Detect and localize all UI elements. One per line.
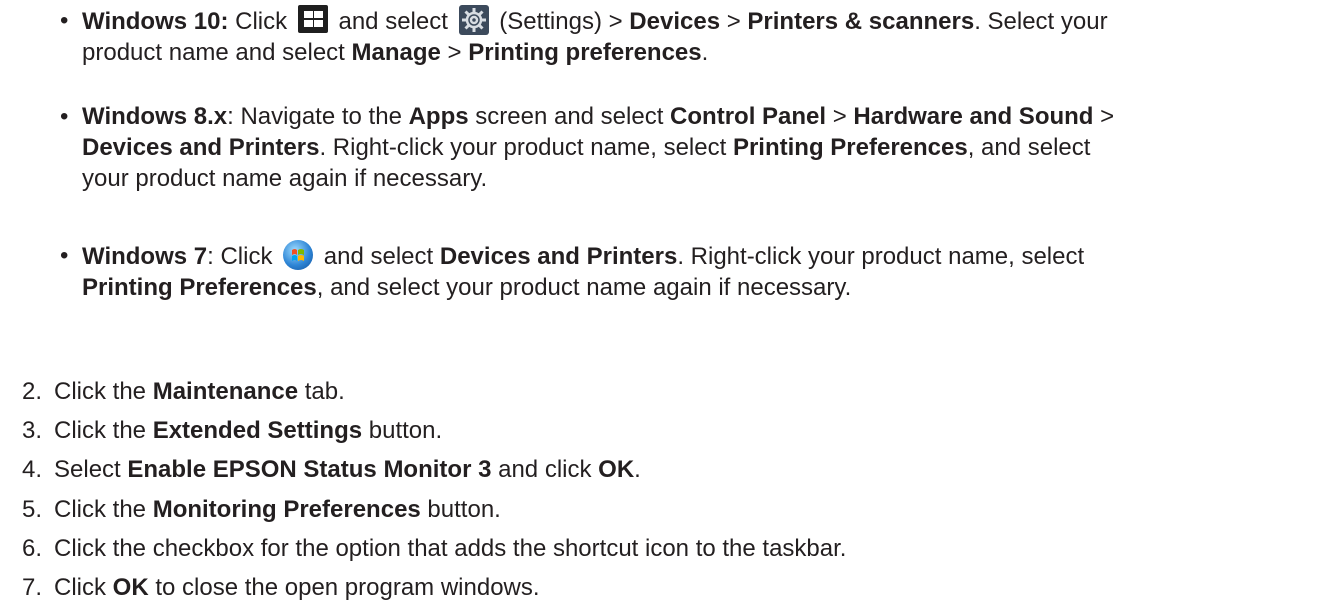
text: Click the <box>54 496 153 523</box>
step-text: Click the Extended Settings button. <box>54 415 442 446</box>
bullet-windows-10: • Windows 10: Click and select (Settings… <box>60 5 1322 68</box>
text: button. <box>362 417 443 444</box>
bold-text: OK <box>598 456 635 483</box>
step-text: Select Enable EPSON Status Monitor 3 and… <box>54 454 641 485</box>
text: and click <box>491 456 599 483</box>
step-text: Click the Monitoring Preferences button. <box>54 494 501 525</box>
text: button. <box>420 496 501 523</box>
bold-text: Printing Preferences <box>732 134 968 161</box>
bold-text: Monitoring Preferences <box>152 496 421 523</box>
bold-text: Devices and Printers <box>82 134 320 161</box>
text: and select <box>331 8 455 35</box>
bold-text: Devices and Printers <box>439 243 678 270</box>
text: your product name again if necessary. <box>82 165 488 192</box>
step-text: Click the Maintenance tab. <box>54 376 345 407</box>
bold-text: Control Panel <box>670 103 827 130</box>
settings-gear-icon <box>458 5 489 35</box>
text: > <box>1093 103 1115 130</box>
text: , and select <box>967 134 1091 161</box>
text: Click <box>228 8 294 35</box>
text: Click the <box>54 417 153 444</box>
bullet-windows-7: • Windows 7: Click and select Devices an… <box>60 240 1322 303</box>
bullet-windows-8x: • Windows 8.x: Navigate to the Apps scre… <box>60 101 1322 194</box>
text: . <box>634 456 641 483</box>
text: , and select your product name again if … <box>316 274 852 301</box>
bold-text: Enable EPSON Status Monitor 3 <box>127 456 492 483</box>
bold-text: Extended Settings <box>152 417 363 444</box>
bold-text: OK <box>112 574 149 601</box>
windows7-start-orb-icon <box>283 240 314 270</box>
bold-text: Maintenance <box>152 378 299 405</box>
text: > <box>440 39 469 66</box>
bold-text: Apps <box>408 103 469 130</box>
bold-text: Printing preferences <box>468 39 702 66</box>
text: . Right-click your product name, select <box>677 243 1085 270</box>
text: Click the checkbox for the option that a… <box>54 535 847 562</box>
text: to close the open program windows. <box>148 574 540 601</box>
text: Select <box>54 456 128 483</box>
text: : Click <box>207 243 280 270</box>
bold-text: Printers & scanners <box>747 8 975 35</box>
text: > <box>720 8 748 35</box>
step-text: Click OK to close the open program windo… <box>54 572 540 603</box>
bold-text: Devices <box>629 8 721 35</box>
windows-start-icon <box>297 5 328 33</box>
text: screen and select <box>468 103 671 130</box>
step-text: Click the checkbox for the option that a… <box>54 533 846 564</box>
bold-text: Hardware and Sound <box>853 103 1094 130</box>
text: product name and select <box>82 39 352 66</box>
text: Click the <box>54 378 153 405</box>
bullet-dot: • <box>60 7 69 34</box>
bold-text: Manage <box>351 39 441 66</box>
text: (Settings) > <box>492 8 630 35</box>
text: > <box>826 103 854 130</box>
bold-text: Windows 8.x <box>82 103 228 130</box>
text: Click <box>54 574 113 601</box>
bold-text: Windows 10: <box>82 8 229 35</box>
text: . Right-click your product name, select <box>319 134 733 161</box>
text: tab. <box>298 378 345 405</box>
bullet-dot: • <box>60 103 69 130</box>
text: : Navigate to the <box>227 103 409 130</box>
text: . Select your <box>974 8 1108 35</box>
text: . <box>701 39 709 66</box>
bold-text: Printing Preferences <box>82 274 317 301</box>
bullet-dot: • <box>60 242 69 269</box>
bold-text: Windows 7 <box>82 243 208 270</box>
text: and select <box>317 243 440 270</box>
